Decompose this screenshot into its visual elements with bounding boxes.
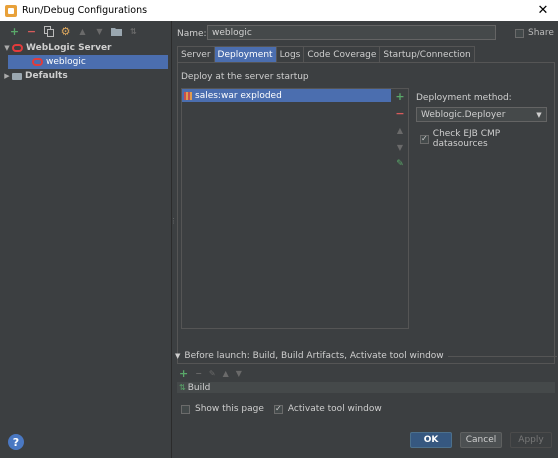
checkbox-checked[interactable]: ✓ bbox=[273, 404, 283, 414]
folder-icon[interactable] bbox=[110, 25, 123, 38]
check-ejb-cmp-checkbox[interactable]: ✓ Check EJB CMP datasources bbox=[420, 129, 554, 149]
window-title: Run/Debug Configurations bbox=[22, 5, 148, 16]
share-checkbox[interactable]: Share bbox=[515, 28, 554, 38]
move-down-icon[interactable]: ▼ bbox=[397, 141, 403, 154]
artifact-label: sales:war exploded bbox=[195, 90, 282, 101]
divider bbox=[447, 355, 557, 357]
checkbox-unchecked[interactable] bbox=[181, 404, 190, 414]
app-icon bbox=[5, 4, 17, 17]
share-label: Share bbox=[528, 28, 554, 38]
tab-deployment[interactable]: Deployment bbox=[213, 46, 277, 62]
deploy-section-label: Deploy at the server startup bbox=[181, 72, 309, 82]
tree-item-defaults[interactable]: ▶ Defaults bbox=[0, 69, 172, 83]
before-launch-list[interactable]: ⇅ Build bbox=[177, 382, 555, 396]
launch-options: Show this page ✓ Activate tool window bbox=[181, 404, 382, 414]
move-down-icon[interactable]: ▼ bbox=[236, 369, 242, 378]
remove-icon[interactable]: − bbox=[25, 25, 38, 38]
copy-icon[interactable] bbox=[42, 25, 55, 38]
activate-tool-window-label: Activate tool window bbox=[287, 404, 382, 414]
move-up-icon[interactable]: ▲ bbox=[76, 25, 89, 38]
deployment-method-select[interactable]: Weblogic.Deployer ▼ bbox=[416, 107, 547, 122]
collapse-arrow-icon[interactable]: ▶ bbox=[2, 72, 12, 80]
before-launch-label: Before launch: Build, Build Artifacts, A… bbox=[184, 351, 444, 361]
remove-artifact-icon[interactable]: − bbox=[395, 107, 404, 120]
artifact-list[interactable]: sales:war exploded bbox=[181, 88, 409, 329]
weblogic-icon bbox=[12, 44, 23, 52]
edit-task-icon[interactable]: ✎ bbox=[209, 369, 216, 378]
tab-server[interactable]: Server bbox=[177, 46, 215, 62]
tab-bar: Server Deployment Logs Code Coverage Sta… bbox=[177, 46, 475, 62]
check-ejb-cmp-label: Check EJB CMP datasources bbox=[432, 129, 501, 149]
move-down-icon[interactable]: ▼ bbox=[93, 25, 106, 38]
tab-startup-connection[interactable]: Startup/Connection bbox=[379, 46, 475, 62]
add-icon[interactable]: + bbox=[8, 25, 21, 38]
configurations-toolbar: + − ⚙ ▲ ▼ ⇅ bbox=[0, 21, 171, 41]
task-row-partial bbox=[177, 393, 555, 396]
name-input[interactable] bbox=[207, 25, 496, 40]
task-row[interactable]: ⇅ Build bbox=[177, 382, 555, 393]
sort-icon[interactable]: ⇅ bbox=[127, 25, 140, 38]
tree-item-weblogic-server[interactable]: ▼ WebLogic Server bbox=[0, 41, 172, 55]
share-checkbox-box[interactable] bbox=[515, 28, 524, 38]
move-up-icon[interactable]: ▲ bbox=[397, 124, 403, 137]
add-task-icon[interactable]: + bbox=[179, 367, 188, 380]
close-button[interactable]: ✕ bbox=[528, 0, 558, 21]
cancel-button[interactable]: Cancel bbox=[460, 432, 502, 448]
tab-logs[interactable]: Logs bbox=[275, 46, 305, 62]
show-this-page-checkbox[interactable]: Show this page bbox=[181, 404, 264, 414]
before-launch-header[interactable]: ▼ Before launch: Build, Build Artifacts,… bbox=[175, 351, 557, 361]
activate-tool-window-checkbox[interactable]: ✓ Activate tool window bbox=[273, 404, 382, 414]
settings-icon[interactable]: ⚙ bbox=[59, 25, 72, 38]
expand-arrow-icon[interactable]: ▼ bbox=[2, 44, 12, 52]
configurations-panel: + − ⚙ ▲ ▼ ⇅ ▼ WebLogic Server weblogic ▶… bbox=[0, 21, 172, 458]
tree-item-label: Defaults bbox=[25, 71, 68, 81]
wrench-icon bbox=[12, 72, 22, 80]
artifact-row[interactable]: sales:war exploded bbox=[182, 89, 391, 102]
edit-icon[interactable]: ✎ bbox=[396, 158, 404, 171]
tree-item-label: weblogic bbox=[46, 57, 86, 67]
tree-item-label: WebLogic Server bbox=[26, 43, 112, 53]
move-up-icon[interactable]: ▲ bbox=[223, 369, 229, 378]
dropdown-arrow-icon[interactable]: ▼ bbox=[532, 108, 546, 121]
dialog-buttons: OK Cancel Apply bbox=[410, 432, 552, 448]
add-artifact-icon[interactable]: + bbox=[395, 90, 404, 103]
deployment-method-value: Weblogic.Deployer bbox=[421, 109, 506, 120]
task-label: Build bbox=[187, 382, 211, 393]
tree-item-weblogic[interactable]: weblogic bbox=[8, 55, 168, 69]
remove-task-icon[interactable]: − bbox=[195, 369, 202, 378]
tab-code-coverage[interactable]: Code Coverage bbox=[303, 46, 381, 62]
ok-button[interactable]: OK bbox=[410, 432, 452, 448]
apply-button[interactable]: Apply bbox=[510, 432, 552, 448]
artifact-toolbar: + − ▲ ▼ ✎ bbox=[393, 90, 407, 171]
show-this-page-label: Show this page bbox=[195, 404, 264, 414]
deployment-method-label: Deployment method: bbox=[416, 93, 512, 103]
title-bar: Run/Debug Configurations ✕ bbox=[0, 0, 558, 21]
checkbox-checked[interactable]: ✓ bbox=[420, 134, 429, 144]
configuration-editor: Name: Share Server Deployment Logs Code … bbox=[173, 21, 558, 458]
weblogic-icon bbox=[32, 58, 43, 66]
deployment-tab-content: Deploy at the server startup sales:war e… bbox=[177, 62, 555, 364]
name-label: Name: bbox=[177, 29, 207, 39]
war-artifact-icon bbox=[184, 91, 192, 100]
help-button[interactable]: ? bbox=[8, 434, 24, 450]
configurations-tree: ▼ WebLogic Server weblogic ▶ Defaults bbox=[0, 41, 172, 83]
build-icon: ⇅ bbox=[179, 383, 186, 392]
collapse-arrow-icon[interactable]: ▼ bbox=[175, 352, 180, 360]
before-launch-toolbar: + − ✎ ▲ ▼ bbox=[179, 367, 242, 380]
